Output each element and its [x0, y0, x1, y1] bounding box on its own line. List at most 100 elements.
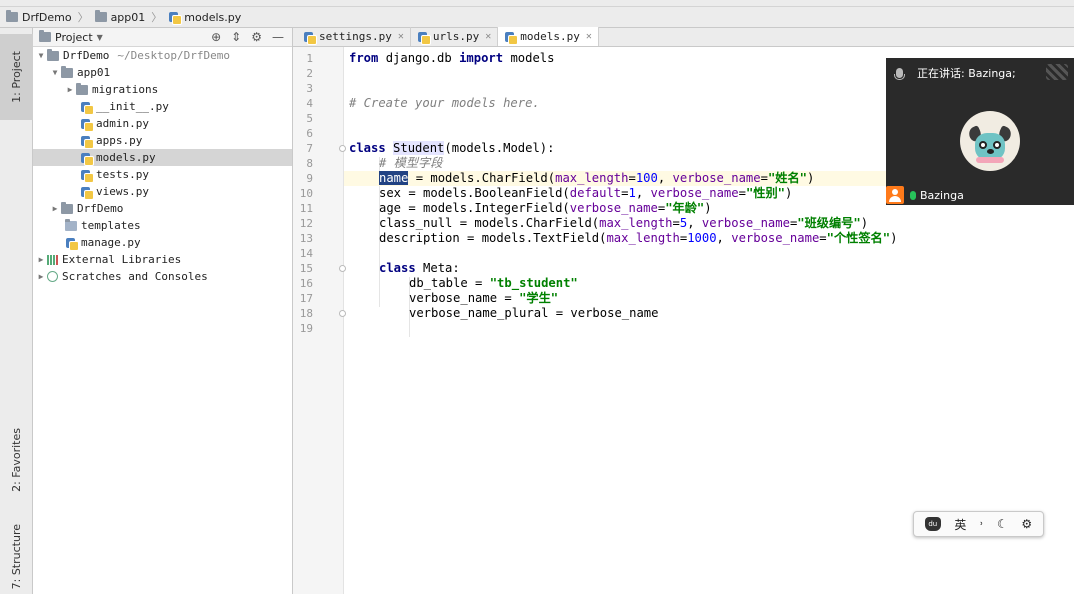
line-number: 16 — [299, 277, 313, 290]
tree-item[interactable]: apps.py — [33, 132, 292, 149]
code-token: = — [760, 171, 768, 185]
project-panel: Project ▼ ⊕ ⇕ ⚙ — ▼ DrfDemo ~/Desktop/Dr… — [33, 28, 293, 594]
breadcrumb-separator: 〉 — [77, 11, 89, 24]
code-token: db_table = — [409, 276, 490, 290]
tree-item[interactable]: ▶ Scratches and Consoles — [33, 268, 292, 285]
resize-grip-icon[interactable] — [1046, 64, 1068, 80]
gear-icon[interactable]: ⚙ — [251, 30, 262, 44]
code-line: db_table = "tb_student" — [344, 276, 1074, 291]
ime-moon-icon[interactable]: ☾ — [997, 517, 1008, 531]
tool-tab-favorites[interactable]: 2: Favorites — [0, 414, 33, 506]
code-token: ) — [785, 186, 793, 200]
close-icon[interactable]: ✕ — [586, 31, 592, 42]
project-view-selector[interactable]: Project ▼ — [39, 30, 103, 44]
code-token: "性别" — [745, 186, 785, 200]
python-file-icon — [303, 31, 317, 45]
breadcrumb-item-file[interactable]: models.py — [168, 10, 242, 25]
folder-icon — [39, 30, 51, 42]
selected-text: name — [379, 171, 409, 185]
code-token: Student — [393, 141, 445, 155]
tree-item-label: manage.py — [81, 236, 141, 249]
video-call-window[interactable]: 正在讲话: Bazinga; Bazinga — [886, 58, 1074, 205]
tree-item[interactable]: tests.py — [33, 166, 292, 183]
locate-icon[interactable]: ⊕ — [211, 30, 221, 44]
code-token: class — [379, 261, 416, 275]
code-token: sex = models.BooleanField( — [379, 186, 570, 200]
speaking-status: 正在讲话: Bazinga; — [917, 67, 1016, 80]
breadcrumb-separator: 〉 — [151, 11, 163, 24]
code-token: = — [621, 186, 629, 200]
breadcrumb-item-app[interactable]: app01 — [94, 10, 145, 24]
expand-arrow-icon[interactable]: ▶ — [49, 204, 61, 213]
tab-models[interactable]: models.py ✕ — [498, 27, 599, 46]
line-number: 1 — [306, 52, 313, 65]
tree-item[interactable]: ▶ External Libraries — [33, 251, 292, 268]
folder-icon — [61, 201, 73, 214]
line-number: 9 — [306, 172, 313, 185]
code-token: ) — [807, 171, 815, 185]
tool-tab-project[interactable]: 1: Project — [0, 34, 33, 120]
user-icon — [886, 186, 904, 204]
code-token: verbose_name = — [409, 291, 520, 305]
tree-item[interactable]: ▶ migrations — [33, 81, 292, 98]
tree-item[interactable]: manage.py — [33, 234, 292, 251]
code-token: import — [459, 51, 504, 65]
expand-arrow-icon[interactable]: ▼ — [49, 68, 61, 77]
tree-item[interactable]: templates — [33, 217, 292, 234]
tree-item[interactable]: ▶ DrfDemo — [33, 200, 292, 217]
python-file-icon — [168, 11, 183, 25]
tree-item-label: External Libraries — [62, 253, 182, 266]
line-number: 18 — [299, 307, 313, 320]
code-token: verbose_name — [650, 186, 739, 200]
code-line: class_null = models.CharField(max_length… — [344, 216, 1074, 231]
code-token: "年龄" — [665, 201, 705, 215]
expand-arrow-icon[interactable]: ▶ — [35, 272, 47, 281]
code-token: = — [738, 186, 746, 200]
code-token: ) — [860, 216, 869, 230]
tree-item[interactable]: ▼ app01 — [33, 64, 292, 81]
minimize-icon[interactable]: — — [272, 30, 284, 44]
expand-arrow-icon[interactable]: ▶ — [35, 255, 47, 264]
line-number: 6 — [306, 127, 313, 140]
tree-item[interactable]: __init__.py — [33, 98, 292, 115]
python-file-icon — [65, 237, 79, 251]
tool-tab-structure[interactable]: 7: Structure — [0, 520, 33, 594]
code-token: , — [657, 171, 673, 185]
tree-item[interactable]: views.py — [33, 183, 292, 200]
scratches-icon — [47, 271, 58, 282]
expand-arrow-icon[interactable]: ▶ — [64, 85, 76, 94]
expand-arrow-icon[interactable]: ▼ — [35, 51, 47, 60]
tree-item-label: DrfDemo — [63, 49, 110, 62]
ime-gear-icon[interactable]: ⚙ — [1021, 517, 1032, 531]
avatar-eye — [993, 141, 1001, 149]
folder-icon — [94, 10, 107, 22]
tree-item[interactable]: admin.py — [33, 115, 292, 132]
line-number: 11 — [299, 202, 313, 215]
code-token: max_length — [555, 171, 629, 185]
line-number: 12 — [299, 217, 313, 230]
folder-icon — [47, 48, 59, 61]
code-token: age = models.IntegerField( — [379, 201, 570, 215]
close-icon[interactable]: ✕ — [398, 31, 404, 42]
code-token: class — [349, 141, 386, 155]
tab-settings[interactable]: settings.py ✕ — [297, 27, 411, 46]
breadcrumb-label: models.py — [184, 10, 242, 24]
tree-item-selected[interactable]: models.py — [33, 149, 292, 166]
breadcrumb-label: DrfDemo — [22, 10, 72, 24]
code-line: description = models.TextField(max_lengt… — [344, 231, 1074, 246]
close-icon[interactable]: ✕ — [485, 31, 491, 42]
code-token: django.db — [378, 51, 460, 65]
microphone-icon — [894, 68, 905, 80]
participant-row: Bazinga — [886, 185, 964, 205]
tab-urls[interactable]: urls.py ✕ — [411, 27, 499, 46]
code-token: , — [716, 231, 732, 245]
ime-logo-icon[interactable]: du — [924, 517, 941, 531]
avatar-nose — [987, 149, 994, 154]
ime-punctuation-icon[interactable]: ˒ — [980, 517, 984, 531]
breadcrumb: DrfDemo 〉 app01 〉 models.py — [0, 7, 1074, 28]
collapse-icon[interactable]: ⇕ — [231, 30, 241, 44]
breadcrumb-item-project[interactable]: DrfDemo — [6, 10, 72, 24]
ime-language-toggle[interactable]: 英 — [954, 516, 966, 533]
code-token: verbose_name_plural = verbose_name — [409, 306, 659, 320]
tree-item[interactable]: ▼ DrfDemo ~/Desktop/DrfDemo — [33, 47, 292, 64]
